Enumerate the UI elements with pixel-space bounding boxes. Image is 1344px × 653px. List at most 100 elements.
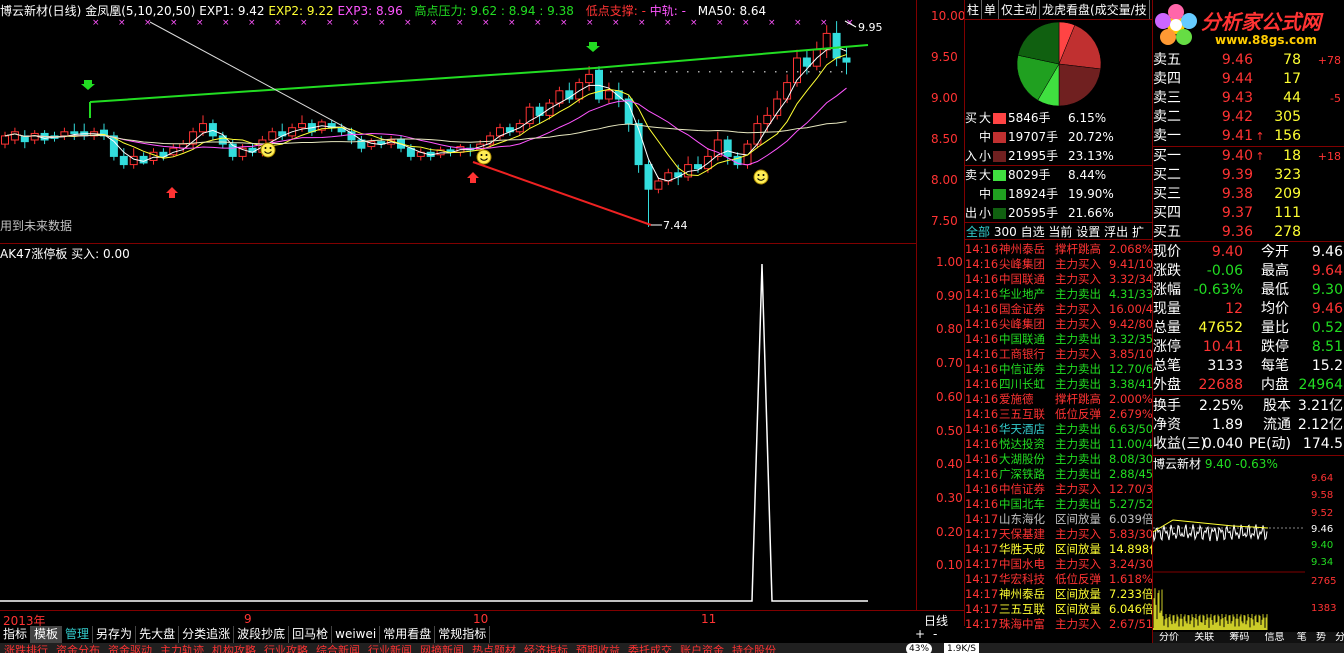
- trade-stock-name[interactable]: 华天酒店: [999, 422, 1055, 437]
- filter-float[interactable]: 浮出: [1104, 225, 1128, 239]
- limit-up-indicator-chart[interactable]: [0, 244, 916, 611]
- tab-pullback[interactable]: 回马枪: [289, 626, 333, 643]
- trade-alert-row[interactable]: 14:16四川长虹 主力卖出 3.38/41: [965, 377, 1153, 392]
- trade-alert-row[interactable]: 14:16爱施德 撑杆跳高 2.000%: [965, 392, 1153, 407]
- trade-stock-name[interactable]: 山东海化: [999, 512, 1055, 527]
- tab-regular-indicator[interactable]: 常规指标: [435, 626, 491, 643]
- price-chart-panel[interactable]: × × × × × × × × × × × × × × × × × × × × × × × × × × × × × × 9.95 7.44 博…: [0, 0, 916, 243]
- trade-stock-name[interactable]: 中信证券: [999, 362, 1055, 377]
- tab-common-view[interactable]: 常用看盘: [380, 626, 436, 643]
- tab-single-mode[interactable]: 单: [982, 0, 1000, 19]
- filter-expand[interactable]: 扩: [1132, 225, 1144, 239]
- trade-alert-row[interactable]: 14:17山东海化 区间放量 6.039倍: [965, 512, 1153, 527]
- tab-band-bottom[interactable]: 波段抄底: [234, 626, 290, 643]
- trade-alert-row[interactable]: 14:16大湖股份 主力卖出 8.08/30: [965, 452, 1153, 467]
- trade-stock-name[interactable]: 华胜天成: [999, 542, 1055, 557]
- plus-icon[interactable]: +: [912, 626, 928, 643]
- trade-alert-row[interactable]: 14:16尖峰集团 主力买入 9.41/10: [965, 257, 1153, 272]
- trade-stock-name[interactable]: 中信证券: [999, 482, 1055, 497]
- trade-stock-name[interactable]: 华业地产: [999, 287, 1055, 302]
- fn-orders[interactable]: 委托成交: [624, 645, 676, 653]
- trade-alert-row[interactable]: 14:16三五互联 低位反弹 2.679%: [965, 407, 1153, 422]
- fn-main-track[interactable]: 主力轨迹: [156, 645, 208, 653]
- fn-account[interactable]: 账户资金: [676, 645, 728, 653]
- intraday-mini-chart[interactable]: 9.64 9.58 9.52 9.46 9.40 9.34 2765 1383: [1153, 472, 1344, 632]
- trade-alert-row[interactable]: 14:17中国水电 主力买入 3.24/30: [965, 557, 1153, 572]
- tab-dragon-tiger[interactable]: 龙虎看盘(成交量/技: [1040, 0, 1150, 19]
- trade-alert-row[interactable]: 14:17珠海中富 主力买入 2.67/51: [965, 617, 1153, 632]
- trade-stock-name[interactable]: 华宏科技: [999, 572, 1055, 587]
- trade-stock-name[interactable]: 中国北车: [999, 497, 1055, 512]
- trade-stock-name[interactable]: 中国联通: [999, 272, 1055, 287]
- trade-alert-row[interactable]: 14:16中国联通 主力卖出 3.32/35: [965, 332, 1153, 347]
- trade-stock-name[interactable]: 天保基建: [999, 527, 1055, 542]
- filter-current[interactable]: 当前: [1048, 225, 1072, 239]
- tab-minute[interactable]: 分: [1335, 632, 1344, 643]
- fn-web-news[interactable]: 网摘新闻: [416, 645, 468, 653]
- tab-related[interactable]: 关联: [1194, 632, 1214, 643]
- trade-stock-name[interactable]: 三五互联: [999, 602, 1055, 617]
- trade-alert-row[interactable]: 14:16工商银行 主力买入 3.85/10: [965, 347, 1153, 362]
- trade-stock-name[interactable]: 大湖股份: [999, 452, 1055, 467]
- trade-stock-name[interactable]: 尖峰集团: [999, 257, 1055, 272]
- fn-news[interactable]: 综合新闻: [312, 645, 364, 653]
- trade-alert-row[interactable]: 14:16广深铁路 主力卖出 2.88/45: [965, 467, 1153, 482]
- trade-stock-name[interactable]: 神州泰岳: [999, 242, 1055, 257]
- tab-manage[interactable]: 管理: [62, 626, 94, 643]
- candlestick-chart[interactable]: × × × × × × × × × × × × × × × × × × × × × × × × × × × × × × 9.95 7.44: [0, 0, 916, 243]
- trade-stock-name[interactable]: 广深铁路: [999, 467, 1055, 482]
- trade-stock-name[interactable]: 三五互联: [999, 407, 1055, 422]
- trade-alert-row[interactable]: 14:16中国联通 主力买入 3.32/34: [965, 272, 1153, 287]
- trade-stock-name[interactable]: 珠海中富: [999, 617, 1055, 632]
- tab-weiwei[interactable]: weiwei: [332, 626, 381, 643]
- tab-save-as[interactable]: 另存为: [93, 626, 137, 643]
- tab-active-only[interactable]: 仅主动: [999, 0, 1041, 19]
- fn-econ[interactable]: 经济指标: [520, 645, 572, 653]
- trade-alert-row[interactable]: 14:16尖峰集团 主力买入 9.42/80: [965, 317, 1153, 332]
- tab-price-dist[interactable]: 分价: [1159, 632, 1179, 643]
- trade-alert-row[interactable]: 14:17华胜天成区间放量 14.898倍: [965, 542, 1153, 557]
- fn-fund-dist[interactable]: 资金分布: [52, 645, 104, 653]
- trade-alert-row[interactable]: 14:16中国北车 主力卖出 5.27/52: [965, 497, 1153, 512]
- tab-category-chase[interactable]: 分类追涨: [179, 626, 235, 643]
- trade-stock-name[interactable]: 神州泰岳: [999, 587, 1055, 602]
- trade-alert-row[interactable]: 14:16神州泰岳 撑杆跳高 2.068%: [965, 242, 1153, 257]
- tab-index-first[interactable]: 先大盘: [136, 626, 180, 643]
- tab-template[interactable]: 模板: [31, 626, 63, 643]
- trade-alert-row[interactable]: 14:16国金证券 主力买入 16.00/4: [965, 302, 1153, 317]
- trade-stock-name[interactable]: 中国水电: [999, 557, 1055, 572]
- trade-alert-row[interactable]: 14:17三五互联 区间放量 6.046倍: [965, 602, 1153, 617]
- tab-bar-mode[interactable]: 柱: [965, 0, 983, 19]
- trade-alert-row[interactable]: 14:16华业地产 主力卖出 4.31/33: [965, 287, 1153, 302]
- fn-inst-strategy[interactable]: 机构攻略: [208, 645, 260, 653]
- trade-stock-name[interactable]: 尖峰集团: [999, 317, 1055, 332]
- fn-positions[interactable]: 持仓股份: [728, 645, 780, 653]
- fn-fund-drive[interactable]: 资金驱动: [104, 645, 156, 653]
- trade-stock-name[interactable]: 爱施德: [999, 392, 1055, 407]
- filter-all[interactable]: 全部: [966, 225, 990, 239]
- indicator-chart-panel[interactable]: AK47涨停板 买入: 0.00: [0, 243, 916, 610]
- trade-stock-name[interactable]: 中国联通: [999, 332, 1055, 347]
- tab-chips[interactable]: 筹码: [1229, 632, 1249, 643]
- filter-settings[interactable]: 设置: [1076, 225, 1100, 239]
- trade-alert-row[interactable]: 14:17神州泰岳 区间放量 7.233倍: [965, 587, 1153, 602]
- fn-industry-strategy[interactable]: 行业攻略: [260, 645, 312, 653]
- fn-rank[interactable]: 涨跌排行: [0, 645, 52, 653]
- trade-alert-row[interactable]: 14:16华天酒店 主力卖出 6.63/50: [965, 422, 1153, 437]
- trade-alert-row[interactable]: 14:17华宏科技 低位反弹 1.618%: [965, 572, 1153, 587]
- trade-alert-row[interactable]: 14:17天保基建 主力买入 5.83/30: [965, 527, 1153, 542]
- minus-icon[interactable]: -: [930, 626, 940, 643]
- trade-stock-name[interactable]: 工商银行: [999, 347, 1055, 362]
- trade-alert-row[interactable]: 14:16中信证券 主力卖出 12.70/6: [965, 362, 1153, 377]
- filter-300[interactable]: 300: [994, 225, 1017, 239]
- tab-indicator[interactable]: 指标: [0, 626, 32, 643]
- trade-stock-name[interactable]: 四川长虹: [999, 377, 1055, 392]
- trade-stock-name[interactable]: 悦达投资: [999, 437, 1055, 452]
- fn-expected[interactable]: 预期收益: [572, 645, 624, 653]
- trade-alert-row[interactable]: 14:16悦达投资 主力卖出 11.00/4: [965, 437, 1153, 452]
- fn-industry-news[interactable]: 行业新闻: [364, 645, 416, 653]
- trade-alert-row[interactable]: 14:16中信证券 主力买入 12.70/3: [965, 482, 1153, 497]
- trade-stock-name[interactable]: 国金证券: [999, 302, 1055, 317]
- tab-ticks[interactable]: 笔: [1297, 632, 1307, 643]
- tab-info[interactable]: 信息: [1265, 632, 1285, 643]
